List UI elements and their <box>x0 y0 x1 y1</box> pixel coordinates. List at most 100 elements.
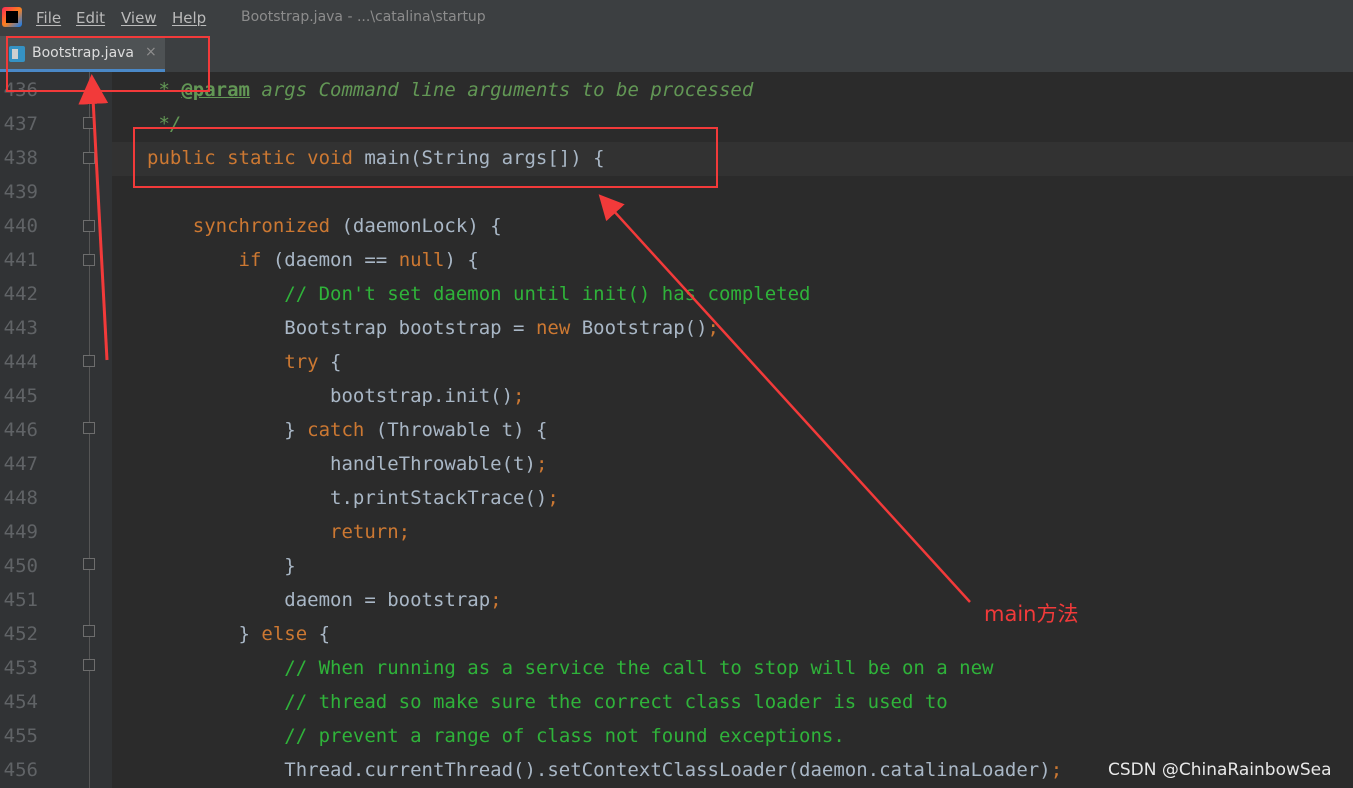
code-token: // Don't set daemon until init() has com… <box>284 283 811 305</box>
line-number: 437 <box>3 113 38 135</box>
watermark: CSDN @ChinaRainbowSea <box>1108 760 1332 780</box>
menu-edit[interactable]: Edit <box>76 9 105 27</box>
fold-marker-icon[interactable] <box>83 558 95 570</box>
code-token: Thread.currentThread().setContextClassLo… <box>147 759 1051 781</box>
code-token: ; <box>707 317 719 339</box>
line-number: 453 <box>3 657 38 679</box>
code-token: ) { <box>444 249 479 271</box>
code-token: return; <box>330 521 411 543</box>
code-token: Bootstrap() <box>570 317 708 339</box>
code-token: (daemonLock) { <box>330 215 502 237</box>
code-line: daemon = bootstrap; <box>147 583 502 617</box>
code-line: } <box>147 549 296 583</box>
line-number: 451 <box>3 589 38 611</box>
line-number: 454 <box>3 691 38 713</box>
code-line: return; <box>147 515 410 549</box>
fold-marker-icon[interactable] <box>83 220 95 232</box>
main-method-highlight-box <box>133 127 718 188</box>
code-token: synchronized <box>192 215 331 237</box>
line-number: 445 <box>3 385 38 407</box>
code-token: args Command line arguments to be proces… <box>249 79 754 101</box>
code-line: handleThrowable(t); <box>147 447 547 481</box>
line-number: 446 <box>3 419 38 441</box>
code-token: (Throwable t) { <box>364 419 548 441</box>
line-number: 456 <box>3 759 38 781</box>
code-token: ; <box>535 453 548 475</box>
code-line: } else { <box>147 617 331 651</box>
code-token: daemon = bootstrap <box>147 589 491 611</box>
code-token: if <box>238 249 262 271</box>
line-number: 455 <box>3 725 38 747</box>
code-line: if (daemon == null) { <box>147 243 479 277</box>
code-token: try <box>284 351 319 373</box>
intellij-logo-icon <box>2 7 22 27</box>
line-number: 439 <box>3 181 38 203</box>
code-token: else <box>261 623 308 645</box>
code-line: * @param args Command line arguments to … <box>147 73 753 107</box>
code-line: // Don't set daemon until init() has com… <box>147 277 810 311</box>
code-token: catch <box>307 419 365 441</box>
code-token: // prevent a range of class not found ex… <box>284 725 845 747</box>
code-token: { <box>307 623 331 645</box>
code-token: ; <box>490 589 502 611</box>
code-line: synchronized (daemonLock) { <box>147 209 502 243</box>
line-number: 442 <box>3 283 38 305</box>
fold-marker-icon[interactable] <box>83 254 95 266</box>
line-number: 447 <box>3 453 38 475</box>
code-line: Thread.currentThread().setContextClassLo… <box>147 753 1062 787</box>
fold-marker-icon[interactable] <box>83 355 95 367</box>
menu-bar: File Edit View Help Bootstrap.java - ...… <box>0 0 1353 36</box>
fold-marker-icon[interactable] <box>83 422 95 434</box>
window-title: Bootstrap.java - ...\catalina\startup <box>241 9 486 25</box>
line-number: 450 <box>3 555 38 577</box>
code-token: } <box>147 419 308 441</box>
line-number: 444 <box>3 351 38 373</box>
menu-view[interactable]: View <box>121 9 157 27</box>
code-line: t.printStackTrace(); <box>147 481 559 515</box>
line-number: 452 <box>3 623 38 645</box>
code-token: handleThrowable(t) <box>147 453 536 475</box>
line-number: 440 <box>3 215 38 237</box>
code-token: t.printStackTrace() <box>147 487 548 509</box>
annotation-label: main方法 <box>984 602 1079 626</box>
line-number: 448 <box>3 487 38 509</box>
menu-file[interactable]: File <box>36 9 61 27</box>
code-token: } <box>147 623 262 645</box>
code-line: // prevent a range of class not found ex… <box>147 719 845 753</box>
code-line: bootstrap.init(); <box>147 379 525 413</box>
code-line: try { <box>147 345 342 379</box>
code-token: new <box>535 317 571 339</box>
code-token: bootstrap.init() <box>147 385 514 407</box>
menu-help[interactable]: Help <box>172 9 206 27</box>
fold-marker-icon[interactable] <box>83 625 95 637</box>
code-token: null <box>398 249 445 271</box>
line-number: 449 <box>3 521 38 543</box>
code-token: ; <box>1050 759 1063 781</box>
line-number: 438 <box>3 147 38 169</box>
code-token: Bootstrap bootstrap = <box>147 317 536 339</box>
tab-highlight-box <box>6 36 210 92</box>
fold-marker-icon[interactable] <box>83 659 95 671</box>
line-number: 441 <box>3 249 38 271</box>
code-token: (daemon == <box>261 249 399 271</box>
code-token: // thread so make sure the correct class… <box>284 691 948 713</box>
code-token: ; <box>547 487 559 509</box>
code-token: // When running as a service the call to… <box>284 657 994 679</box>
code-line: } catch (Throwable t) { <box>147 413 547 447</box>
code-token: ; <box>513 385 525 407</box>
fold-marker-icon[interactable] <box>83 117 95 129</box>
fold-marker-icon[interactable] <box>83 152 95 164</box>
line-number: 443 <box>3 317 38 339</box>
code-token: { <box>318 351 342 373</box>
code-line: // thread so make sure the correct class… <box>147 685 948 719</box>
code-line: // When running as a service the call to… <box>147 651 994 685</box>
code-line: Bootstrap bootstrap = new Bootstrap(); <box>147 311 719 345</box>
code-token: } <box>147 555 296 577</box>
